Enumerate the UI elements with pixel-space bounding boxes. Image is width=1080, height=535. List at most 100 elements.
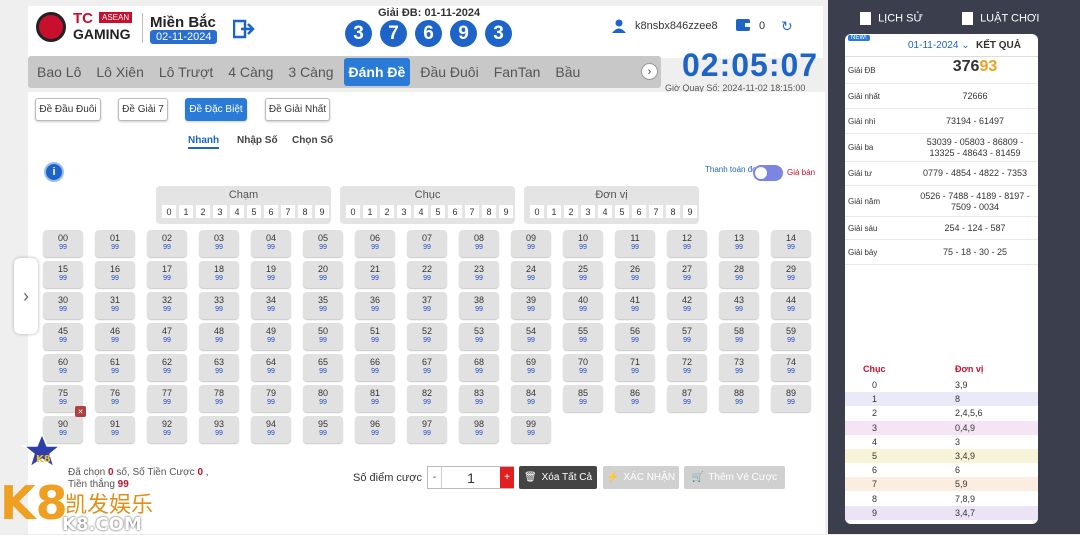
digit-button[interactable]: 0	[346, 205, 360, 218]
number-cell[interactable]: 83 99	[459, 385, 499, 412]
number-cell[interactable]: 42 99	[667, 292, 707, 319]
number-cell[interactable]: 11 99	[615, 230, 655, 257]
number-cell[interactable]: 47 99	[147, 323, 187, 350]
number-cell[interactable]: 87 99	[667, 385, 707, 412]
subtab-de-giai-nhat[interactable]: Đề Giải Nhất	[265, 98, 330, 121]
digit-button[interactable]: 1	[547, 205, 561, 218]
number-cell[interactable]: 89 99	[771, 385, 811, 412]
increment-button[interactable]: +	[500, 467, 514, 488]
number-cell[interactable]: 00 99	[43, 230, 83, 257]
number-cell[interactable]: 43 99	[719, 292, 759, 319]
results-date-select[interactable]: 01-11-2024 ⌄	[908, 40, 970, 51]
number-cell[interactable]: 67 99	[407, 354, 447, 381]
decrement-button[interactable]: -	[428, 467, 442, 488]
number-cell[interactable]: 40 99	[563, 292, 603, 319]
number-cell[interactable]: 07 99	[407, 230, 447, 257]
subtab-de-dac-biet[interactable]: Đề Đặc Biệt	[185, 98, 247, 121]
number-cell[interactable]: 53 99	[459, 323, 499, 350]
digit-button[interactable]: 3	[581, 205, 595, 218]
tab-lo-xien[interactable]: Lô Xiên	[91, 58, 148, 86]
number-cell[interactable]: 52 99	[407, 323, 447, 350]
number-cell[interactable]: 58 99	[719, 323, 759, 350]
number-cell[interactable]: 97 99	[407, 416, 447, 443]
digit-button[interactable]: 9	[683, 205, 697, 218]
tab-bao-lo[interactable]: Bao Lô	[32, 58, 86, 86]
number-cell[interactable]: 93 99	[199, 416, 239, 443]
number-cell[interactable]: 39 99	[511, 292, 551, 319]
number-cell[interactable]: 85 99	[563, 385, 603, 412]
number-cell[interactable]: 28 99	[719, 261, 759, 288]
number-cell[interactable]: 86 99	[615, 385, 655, 412]
number-cell[interactable]: 15 99	[43, 261, 83, 288]
subtab-de-giai-7[interactable]: Đề Giải 7	[118, 98, 168, 121]
digit-button[interactable]: 0	[530, 205, 544, 218]
number-cell[interactable]: 24 99	[511, 261, 551, 288]
number-cell[interactable]: 74 99	[771, 354, 811, 381]
number-cell[interactable]: 10 99	[563, 230, 603, 257]
mode-chon-so[interactable]: Chọn Số	[292, 135, 333, 146]
number-cell[interactable]: 35 99	[303, 292, 343, 319]
digit-button[interactable]: 2	[564, 205, 578, 218]
number-cell[interactable]: 05 99	[303, 230, 343, 257]
number-cell[interactable]: 44 99	[771, 292, 811, 319]
number-cell[interactable]: 96 99	[355, 416, 395, 443]
number-cell[interactable]: 20 99	[303, 261, 343, 288]
number-cell[interactable]: 88 99	[719, 385, 759, 412]
number-cell[interactable]: 62 99	[147, 354, 187, 381]
digit-button[interactable]: 9	[499, 205, 513, 218]
digit-button[interactable]: 4	[598, 205, 612, 218]
number-cell[interactable]: 36 99	[355, 292, 395, 319]
info-icon[interactable]: i	[44, 162, 64, 182]
number-cell[interactable]: 59 99	[771, 323, 811, 350]
number-cell[interactable]: 54 99	[511, 323, 551, 350]
number-cell[interactable]: 45 99	[43, 323, 83, 350]
number-cell[interactable]: 03 99	[199, 230, 239, 257]
number-cell[interactable]: 41 99	[615, 292, 655, 319]
number-cell[interactable]: 37 99	[407, 292, 447, 319]
number-cell[interactable]: 16 99	[95, 261, 135, 288]
number-cell[interactable]: 49 99	[251, 323, 291, 350]
number-cell[interactable]: 55 99	[563, 323, 603, 350]
digit-button[interactable]: 4	[414, 205, 428, 218]
number-cell[interactable]: 30 99	[43, 292, 83, 319]
number-cell[interactable]: 76 99	[95, 385, 135, 412]
number-cell[interactable]: 94 99	[251, 416, 291, 443]
number-cell[interactable]: 71 99	[615, 354, 655, 381]
number-cell[interactable]: 82 99	[407, 385, 447, 412]
tab-fantan[interactable]: FanTan	[489, 58, 546, 86]
number-cell[interactable]: 51 99	[355, 323, 395, 350]
number-cell[interactable]: 57 99	[667, 323, 707, 350]
confirm-button[interactable]: ⚡ XÁC NHẬN	[603, 466, 679, 489]
number-cell[interactable]: 91 99	[95, 416, 135, 443]
number-cell[interactable]: 81 99	[355, 385, 395, 412]
digit-button[interactable]: 5	[247, 205, 261, 218]
digit-button[interactable]: 2	[380, 205, 394, 218]
number-cell[interactable]: 02 99	[147, 230, 187, 257]
number-cell[interactable]: 22 99	[407, 261, 447, 288]
number-cell[interactable]: 69 99	[511, 354, 551, 381]
number-cell[interactable]: 48 99	[199, 323, 239, 350]
number-cell[interactable]: 98 99	[459, 416, 499, 443]
digit-button[interactable]: 5	[615, 205, 629, 218]
quantity-input[interactable]: 1	[442, 467, 500, 488]
number-cell[interactable]: 64 99	[251, 354, 291, 381]
number-cell[interactable]: 84 99	[511, 385, 551, 412]
subtab-de-dau-duoi[interactable]: Đề Đầu Đuôi	[35, 98, 101, 121]
number-cell[interactable]: 70 99	[563, 354, 603, 381]
number-cell[interactable]: 50 99	[303, 323, 343, 350]
number-cell[interactable]: 80 99	[303, 385, 343, 412]
number-cell[interactable]: 33 99	[199, 292, 239, 319]
expand-sidebar-button[interactable]: ›	[14, 258, 38, 334]
digit-button[interactable]: 6	[264, 205, 278, 218]
number-cell[interactable]: 77 99	[147, 385, 187, 412]
number-cell[interactable]: 32 99	[147, 292, 187, 319]
digit-button[interactable]: 7	[465, 205, 479, 218]
number-cell[interactable]: 12 99	[667, 230, 707, 257]
number-cell[interactable]: 73 99	[719, 354, 759, 381]
digit-button[interactable]: 7	[649, 205, 663, 218]
tab-lo-truot[interactable]: Lô Trượt	[154, 58, 218, 86]
number-cell[interactable]: 01 99	[95, 230, 135, 257]
number-cell[interactable]: 18 99	[199, 261, 239, 288]
digit-button[interactable]: 8	[666, 205, 680, 218]
digit-button[interactable]: 8	[482, 205, 496, 218]
